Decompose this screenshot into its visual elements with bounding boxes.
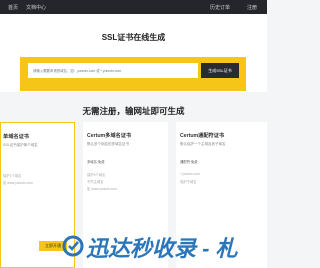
generate-ssl-button[interactable]: 生成SSL证书 [201, 63, 239, 78]
card-line: 保护1个域名 [3, 174, 22, 178]
nav-orders-link[interactable]: 历史订单 [210, 4, 230, 11]
card-line: 如 www.yuncdn.com [87, 187, 117, 191]
top-nav-bar: 首页 文档中心 历史订单 注册 [0, 0, 267, 14]
card-line: 保护5个域名 [87, 173, 106, 177]
card-label: 通配符·免费 [180, 160, 198, 164]
card-line: 保护子域名 [180, 180, 197, 184]
section-title: 无需注册，输网址即可生成 [82, 106, 185, 116]
buy-button[interactable]: 立即开通 [39, 241, 67, 251]
card-line: 不同主域名 [87, 180, 104, 184]
certificate-card-wildcard[interactable]: Certum通配符证书 默认保护一个主域及其子域名 通配符·免费 *.yuncd… [176, 122, 267, 268]
card-title: 单域名证书 [3, 134, 29, 140]
nav-docs-link[interactable]: 文档中心 [26, 4, 46, 11]
nav-home-link[interactable]: 首页 [8, 4, 18, 11]
card-title: Certum多域名证书 [87, 133, 132, 139]
card-subtitle: 默认保护一个主域及其子域名 [180, 142, 226, 146]
certificate-card-single[interactable]: 单域名证书 SSL证书保护单个域名 保护1个域名 如 www.yuncdn.co… [0, 122, 75, 268]
card-line: 如 www.yuncdn.com [3, 181, 33, 185]
card-subtitle: 默认多个网站的多域名证书 [87, 142, 129, 146]
card-subtitle: SSL证书保护单个域名 [3, 143, 38, 147]
card-line: *.yuncdn.com [180, 172, 200, 176]
domain-input[interactable] [28, 63, 198, 78]
card-label: 多域名·免费 [87, 160, 105, 164]
nav-register-link[interactable]: 注册 [247, 4, 257, 11]
card-title: Certum通配符证书 [180, 133, 225, 139]
hero-title: SSL证书在线生成 [101, 33, 166, 42]
certificate-card-multi[interactable]: Certum多域名证书 默认多个网站的多域名证书 多域名·免费 保护5个域名 不… [83, 122, 168, 268]
